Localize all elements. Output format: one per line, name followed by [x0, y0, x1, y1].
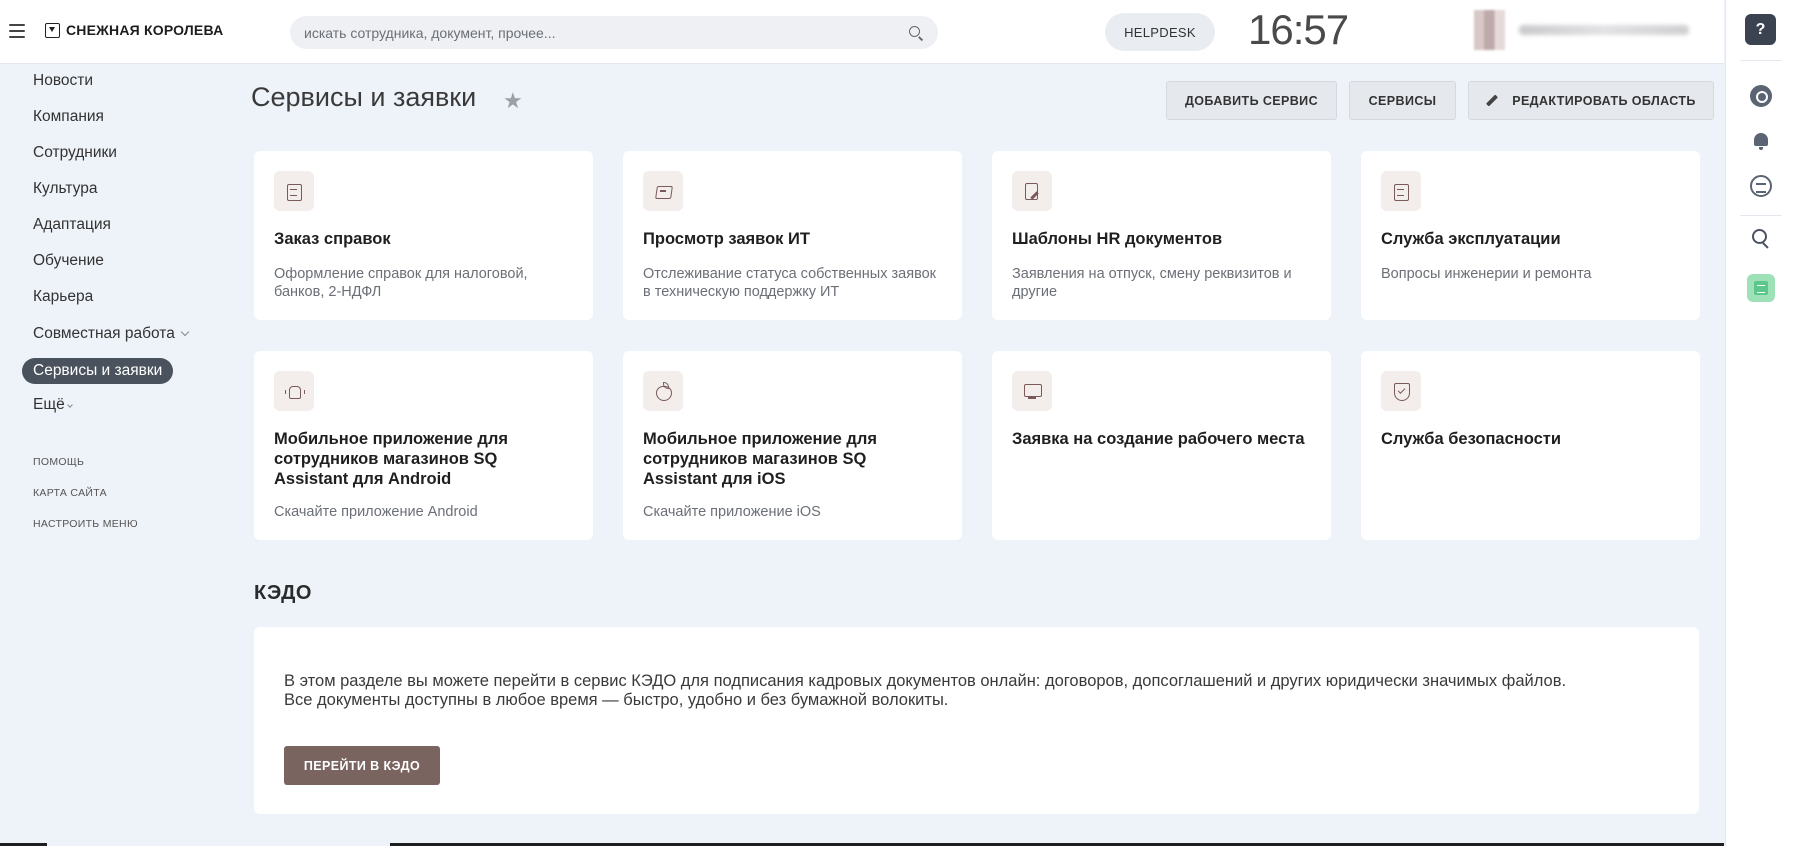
notes-icon[interactable]	[1745, 272, 1777, 304]
ticket-icon	[643, 171, 683, 211]
chat-icon[interactable]	[1745, 170, 1777, 202]
sidebar-item-news[interactable]: Новости	[22, 68, 104, 94]
help-button[interactable]: ?	[1745, 14, 1776, 45]
service-card[interactable]: Служба эксплуатации Вопросы инженерии и …	[1361, 151, 1700, 320]
user-name-blurred[interactable]	[1519, 25, 1689, 35]
services-button[interactable]: СЕРВИСЫ	[1349, 81, 1456, 120]
kedo-description: В этом разделе вы можете перейти в серви…	[284, 672, 1639, 710]
top-header: СНЕЖНАЯ КОРОЛЕВА HELPDESK 16:57	[0, 0, 1724, 64]
card-title: Шаблоны HR документов	[1012, 230, 1223, 248]
kedo-text-line: В этом разделе вы можете перейти в серви…	[284, 672, 1567, 690]
service-card[interactable]: Заявка на создание рабочего места	[992, 351, 1331, 540]
card-title: Просмотр заявок ИТ	[643, 230, 810, 248]
divider	[1740, 215, 1782, 216]
card-title: Служба эксплуатации	[1381, 230, 1561, 248]
kedo-text-line: Все документы доступны в любое время — б…	[284, 691, 949, 709]
sidebar-item-learning[interactable]: Обучение	[22, 248, 115, 274]
chevron-down-icon	[180, 327, 190, 337]
logo[interactable]: СНЕЖНАЯ КОРОЛЕВА	[45, 22, 223, 38]
sidebar-item-label: Совместная работа	[33, 325, 175, 342]
page-title: Сервисы и заявки	[251, 82, 477, 112]
card-title: Заказ справок	[274, 230, 391, 248]
sidebar-item-label: Ещё	[33, 396, 65, 413]
clipboard-icon	[1381, 171, 1421, 211]
search-bar	[290, 16, 938, 49]
card-description: Отслеживание статуса собственных заявок …	[643, 266, 937, 300]
search-icon[interactable]	[908, 25, 924, 41]
go-to-kedo-button[interactable]: ПЕРЕЙТИ В КЭДО	[284, 746, 440, 785]
edit-area-button[interactable]: РЕДАКТИРОВАТЬ ОБЛАСТЬ	[1468, 81, 1714, 120]
helpdesk-button[interactable]: HELPDESK	[1105, 13, 1215, 51]
add-service-button[interactable]: ДОБАВИТЬ СЕРВИС	[1166, 81, 1337, 120]
help-link[interactable]: ПОМОЩЬ	[33, 456, 84, 468]
clipboard-icon	[274, 171, 314, 211]
sidebar-item-adaptation[interactable]: Адаптация	[22, 212, 122, 238]
kedo-panel: В этом разделе вы можете перейти в серви…	[254, 627, 1699, 814]
apple-icon	[643, 371, 683, 411]
divider	[1740, 60, 1782, 61]
service-card[interactable]: Мобильное приложение для сотрудников маг…	[254, 351, 593, 540]
clock: 16:57	[1248, 6, 1349, 53]
menu-icon[interactable]	[9, 24, 25, 38]
chevron-down-icon	[66, 402, 73, 408]
card-description: Вопросы инженерии и ремонта	[1381, 266, 1592, 282]
service-card[interactable]: Мобильное приложение для сотрудников маг…	[623, 351, 962, 540]
configure-menu-link[interactable]: НАСТРОИТЬ МЕНЮ	[33, 518, 138, 530]
sidebar-item-culture[interactable]: Культура	[22, 176, 108, 202]
service-card[interactable]: Шаблоны HR документов Заявления на отпус…	[992, 151, 1331, 320]
card-description: Скачайте приложение iOS	[643, 504, 821, 520]
right-rail: ?	[1725, 0, 1795, 846]
sidebar-item-company[interactable]: Компания	[22, 104, 115, 130]
sidebar-item-more[interactable]: Ещё	[22, 392, 83, 418]
user-profile[interactable]	[1474, 10, 1689, 50]
pencil-icon	[1486, 95, 1498, 107]
monitor-icon	[1012, 371, 1052, 411]
shield-icon	[1381, 371, 1421, 411]
search-input[interactable]	[304, 24, 908, 41]
sidebar-item-services[interactable]: Сервисы и заявки	[22, 358, 174, 384]
search-icon[interactable]	[1745, 222, 1777, 254]
card-description: Заявления на отпуск, смену реквизитов и …	[1012, 266, 1292, 300]
android-icon	[274, 371, 314, 411]
bell-icon[interactable]	[1745, 125, 1777, 157]
section-title: КЭДО	[254, 582, 312, 604]
sidebar-item-career[interactable]: Карьера	[22, 284, 104, 310]
logo-icon	[45, 22, 60, 38]
service-card[interactable]: Просмотр заявок ИТ Отслеживание статуса …	[623, 151, 962, 320]
card-title: Заявка на создание рабочего места	[1012, 430, 1305, 448]
star-icon[interactable]: ★	[503, 90, 525, 112]
service-card[interactable]: Служба безопасности	[1361, 351, 1700, 540]
card-description: Оформление справок для налоговой, банков…	[274, 266, 528, 300]
document-edit-icon	[1012, 171, 1052, 211]
card-title: Служба безопасности	[1381, 430, 1561, 448]
logo-text: СНЕЖНАЯ КОРОЛЕВА	[66, 22, 224, 38]
service-card[interactable]: Заказ справок Оформление справок для нал…	[254, 151, 593, 320]
edit-area-label: РЕДАКТИРОВАТЬ ОБЛАСТЬ	[1512, 93, 1696, 108]
card-title: Мобильное приложение для сотрудников маг…	[274, 430, 509, 488]
refresh-icon[interactable]	[1745, 80, 1777, 112]
sitemap-link[interactable]: КАРТА САЙТА	[33, 487, 107, 499]
sidebar-item-employees[interactable]: Сотрудники	[22, 140, 128, 166]
card-description: Скачайте приложение Android	[274, 504, 478, 520]
card-title: Мобильное приложение для сотрудников маг…	[643, 430, 878, 488]
avatar[interactable]	[1474, 10, 1505, 50]
sidebar-item-collaboration[interactable]: Совместная работа	[22, 321, 199, 347]
